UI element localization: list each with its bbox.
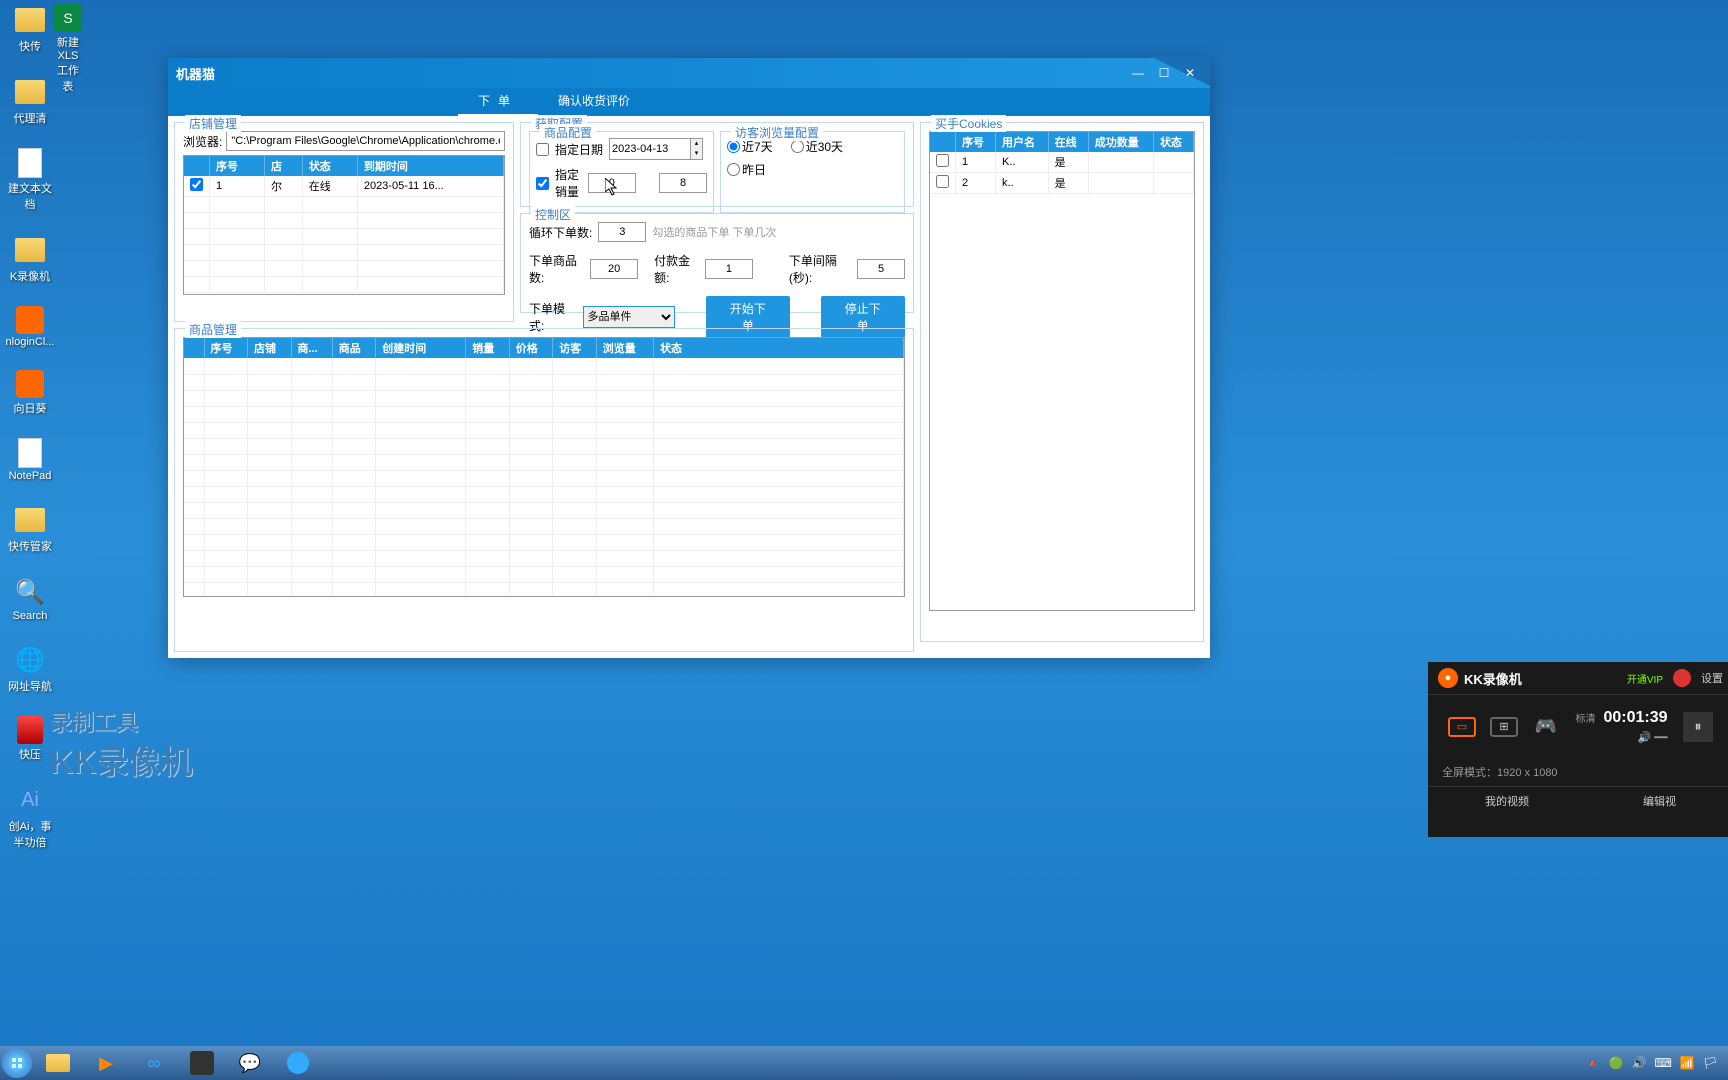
pause-button[interactable]: ⏸ [1683,712,1713,742]
title-bar[interactable]: 机器猫 — ☐ ✕ [168,58,1210,88]
cookie-row[interactable]: 1K..是 [930,152,1194,173]
task-wechat[interactable]: 💬 [227,1048,273,1078]
count-label: 下单商品数: [529,252,584,286]
tray-icon[interactable]: 🟢 [1609,1056,1624,1070]
vip-link[interactable]: 开通VIP [1627,671,1663,686]
interval-input[interactable] [857,259,905,279]
sales-from-input[interactable] [588,173,636,193]
watermark: 录制工具 KK录像机 [50,705,192,783]
start-button[interactable] [2,1048,32,1078]
tray-network-icon[interactable]: 📶 [1680,1056,1695,1070]
desktop-icon-nav[interactable]: 🌐网址导航 [0,640,60,698]
cookies-table: 序号 用户名 在线 成功数量 状态 1K..是 2k..是 [929,131,1195,611]
desktop-icon-kuaichuanguanjia[interactable]: 快传管家 [0,500,60,558]
panel-title-control: 控制区 [531,206,575,223]
store-table: 序号 店 状态 到期时间 1 尔 在线 [183,155,505,295]
date-label: 指定日期 [555,141,603,158]
panel-title-cookies: 买手Cookies [931,115,1006,132]
sales-checkbox[interactable] [536,177,549,190]
count-input[interactable] [590,259,638,279]
date-checkbox[interactable] [536,143,549,156]
app-title: 机器猫 [176,64,215,83]
taskbar: ▶ ∞ 💬 🔺 🟢 🔊 ⌨ 📶 🏳 [0,1046,1728,1080]
task-app-dark[interactable] [179,1048,225,1078]
browser-path-input[interactable] [226,131,505,151]
panel-title-productconfig: 商品配置 [540,124,596,141]
panel-store-mgmt: 店铺管理 浏览器: 序号 店 状态 到期时间 [174,122,514,322]
col-shop[interactable]: 店 [265,156,303,176]
maximize-button[interactable]: ☐ [1152,64,1176,82]
pay-input[interactable] [705,259,753,279]
product-table: 序号 店铺 商... 商品 创建时间 销量 价格 访客 浏览量 状态 [183,337,905,597]
sales-to-input[interactable] [659,173,707,193]
mode-screen-icon[interactable]: ▭ [1448,717,1476,737]
panel-visitor-config: 访客浏览量配置 近7天 近30天 昨日 [720,131,905,213]
tab-confirm[interactable]: 确认收货评价 [538,88,650,116]
desktop-icon-notepad[interactable]: NotePad [0,434,60,486]
panel-title-product: 商品管理 [185,321,241,338]
edit-video-button[interactable]: 编辑视 [1643,793,1676,809]
panel-title-visitorconfig: 访客浏览量配置 [731,124,823,141]
desktop-icon-txt[interactable]: 建文本文档 [0,144,60,216]
cookie-row[interactable]: 2k..是 [930,173,1194,194]
tray-volume-icon[interactable]: 🔊 [1632,1056,1647,1070]
col-seq[interactable]: 序号 [210,156,265,176]
date-input[interactable] [610,139,690,159]
volume-icon[interactable]: 🔊 ━━ [1638,731,1668,744]
desktop-icon-sunflower[interactable]: 向日葵 [0,366,60,420]
col-status[interactable]: 状态 [302,156,357,176]
mode-game-icon[interactable]: 🎮 [1532,717,1560,737]
desktop-icon-ai[interactable]: Ai创Ai，事半功倍 [0,780,60,854]
sales-label: 指定销量 [555,166,582,200]
close-button[interactable]: ✕ [1178,64,1202,82]
recorder-face-icon[interactable] [1673,669,1691,687]
loop-label: 循环下单数: [529,224,592,241]
mode-select[interactable]: 多品单件 [583,306,676,328]
rec-time: 00:01:39 [1603,709,1667,727]
store-row-checkbox[interactable] [190,178,203,191]
desktop-icon-nlogin[interactable]: nloginCl... [0,302,60,352]
tray-ime-icon[interactable]: ⌨ [1654,1056,1671,1070]
task-player[interactable]: ▶ [83,1048,129,1078]
radio-yesterday[interactable]: 昨日 [727,161,766,178]
date-up-icon[interactable]: ▴ [691,139,702,149]
interval-label: 下单间隔(秒): [789,252,851,286]
mode-window-icon[interactable]: ⊞ [1490,717,1518,737]
task-cloud[interactable]: ∞ [131,1048,177,1078]
store-row[interactable]: 1 尔 在线 2023-05-11 16... [184,176,504,197]
panel-product-config: 商品配置 指定日期 ▴▾ [529,131,714,213]
col-expire[interactable]: 到期时间 [357,156,503,176]
minimize-button[interactable]: — [1126,64,1150,82]
desktop-icon-search[interactable]: 🔍Search [0,572,60,626]
recorder-window[interactable]: ●KK录像机 开通VIP 设置 ▭ ⊞ 🎮 标清 00:01:39 🔊 ━━ ⏸… [1428,662,1728,837]
task-doraemon[interactable] [275,1048,321,1078]
rec-fullscreen-info: 全屏模式：1920 x 1080 [1428,758,1728,786]
tab-bar: 下单 确认收货评价 [168,88,1210,116]
my-video-button[interactable]: 我的视频 [1485,793,1529,809]
tab-order[interactable]: 下单 [458,88,538,116]
panel-product-mgmt: 商品管理 序号 店铺 商... 商品 创建时间 销量 价格 访客 [174,328,914,652]
desktop-icon-xls[interactable]: S新建 XLS 工作表 [50,0,86,98]
panel-title-store: 店铺管理 [185,115,241,132]
desktop-icon-kkrec[interactable]: K录像机 [0,230,60,288]
task-explorer[interactable] [35,1048,81,1078]
recorder-logo-icon: ● [1438,668,1458,688]
tray-flag-icon[interactable]: 🏳 [1703,1056,1718,1070]
browser-label: 浏览器: [183,133,222,150]
panel-cookies: 买手Cookies 序号 用户名 在线 成功数量 状态 1K..是 [920,122,1204,642]
tray-icon[interactable]: 🔺 [1586,1056,1601,1070]
loop-input[interactable] [598,222,646,242]
panel-get-config: 获取配置 商品配置 指定日期 ▴▾ [520,122,914,207]
recorder-settings[interactable]: 设置 [1701,670,1723,686]
pay-label: 付款金额: [654,252,699,286]
loop-hint: 勾选的商品下单 下单几次 [652,224,776,240]
date-down-icon[interactable]: ▾ [691,149,702,159]
app-window: 机器猫 — ☐ ✕ 下单 确认收货评价 店铺管理 浏览器: [168,58,1210,658]
panel-control: 控制区 循环下单数: 勾选的商品下单 下单几次 下单商品数: 付款金额: 下单间… [520,213,914,313]
